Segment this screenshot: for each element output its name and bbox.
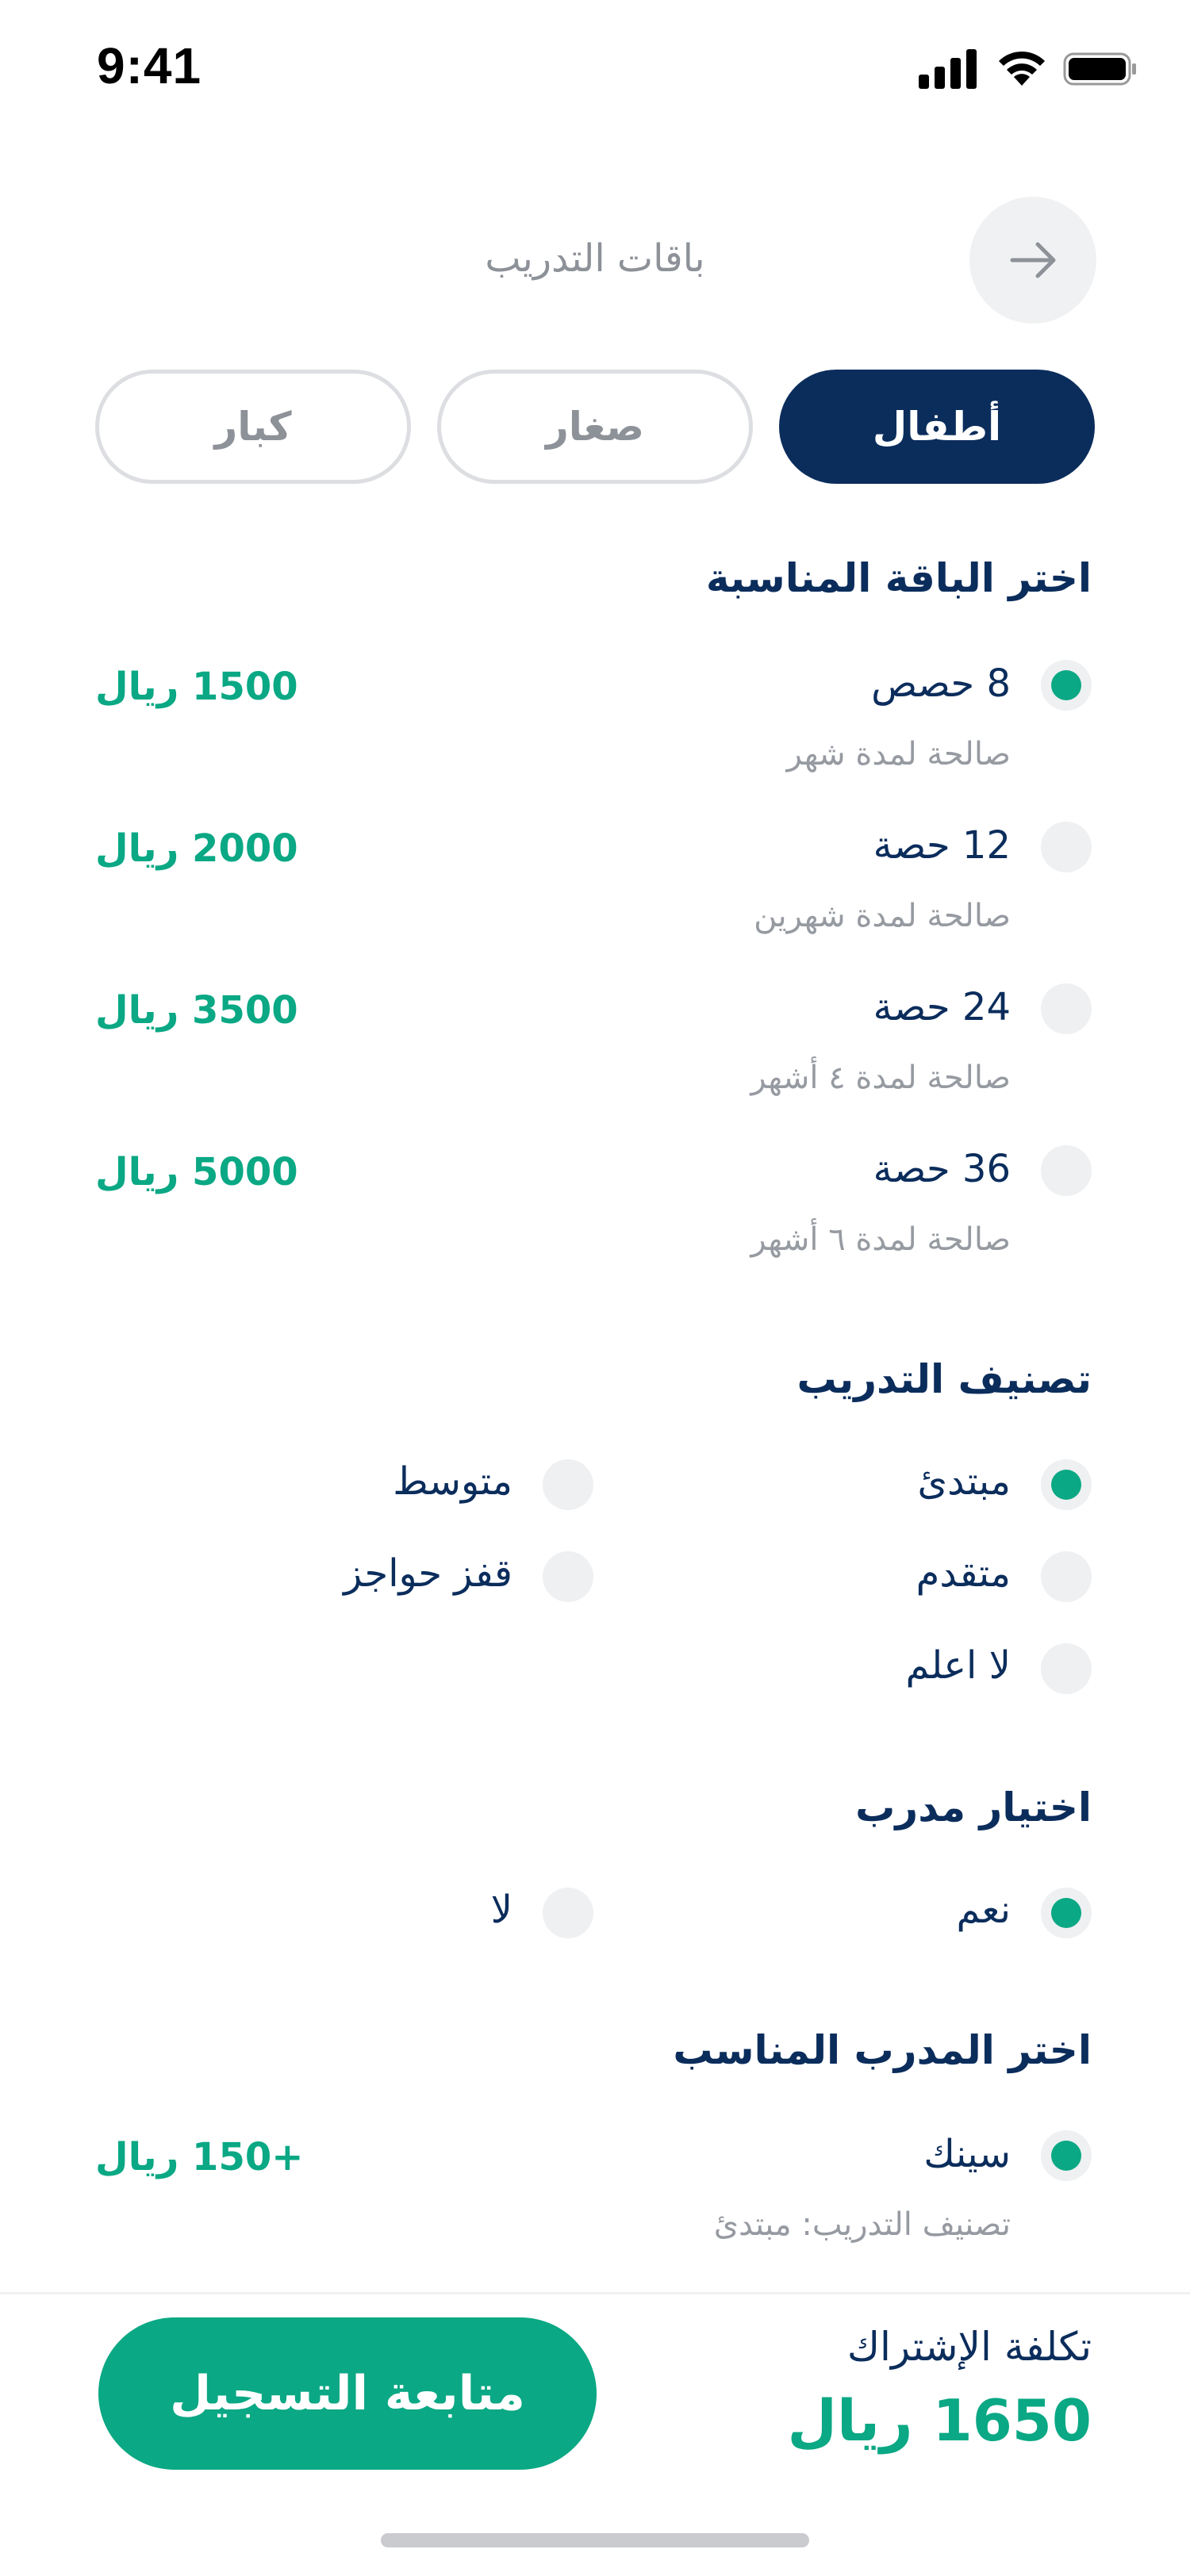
package-radio[interactable] <box>1041 1145 1092 1196</box>
level-label: لا اعلم <box>905 1643 1011 1688</box>
coach-choice-label: نعم <box>956 1888 1011 1932</box>
coach-choice-radio[interactable] <box>1041 1888 1092 1938</box>
tab-juniors[interactable]: صغار <box>437 370 753 484</box>
status-icons <box>919 49 1138 92</box>
package-label: 8 حصص <box>871 661 1011 706</box>
status-time: 9:41 <box>97 37 202 94</box>
coach-title: اختر المدرب المناسب <box>673 2027 1092 2073</box>
package-price: 1500 ريال <box>95 665 298 709</box>
level-title: تصنيف التدريب <box>797 1356 1092 1402</box>
cost-value: 1650 ريال <box>787 2387 1092 2454</box>
tab-adults[interactable]: كبار <box>95 370 411 484</box>
status-bar: 9:41 <box>0 0 1190 140</box>
back-button[interactable] <box>969 197 1096 324</box>
wifi-icon <box>999 51 1045 86</box>
package-validity: صالحة لمدة ٤ أشهر <box>750 1060 1011 1096</box>
footer-divider <box>0 2292 1190 2294</box>
cellular-signal-icon <box>919 49 977 89</box>
level-radio[interactable] <box>1041 1643 1092 1694</box>
coach-price: +150 ريال <box>95 2135 304 2179</box>
coach-radio[interactable] <box>1041 2130 1092 2181</box>
coach-choice-title: اختيار مدرب <box>855 1784 1092 1830</box>
package-label: 12 حصة <box>873 823 1011 868</box>
packages-title: اختر الباقة المناسبة <box>705 555 1092 601</box>
package-radio[interactable] <box>1041 660 1092 711</box>
level-label: مبتدئ <box>917 1459 1011 1504</box>
age-tabs: أطفال صغار كبار <box>95 370 1095 484</box>
arrow-right-icon <box>1010 242 1056 278</box>
level-label: متوسط <box>393 1459 512 1504</box>
package-radio[interactable] <box>1041 983 1092 1034</box>
tab-kids[interactable]: أطفال <box>779 370 1095 484</box>
package-radio[interactable] <box>1041 822 1092 872</box>
package-label: 24 حصة <box>873 985 1011 1029</box>
package-label: 36 حصة <box>873 1147 1011 1191</box>
package-validity: صالحة لمدة ٦ أشهر <box>750 1221 1011 1258</box>
package-validity: صالحة لمدة شهرين <box>754 898 1011 934</box>
cost-label: تكلفة الإشتراك <box>846 2324 1092 2370</box>
level-radio[interactable] <box>1041 1551 1092 1602</box>
home-indicator <box>381 2533 809 2547</box>
header: باقات التدريب <box>0 190 1190 333</box>
level-label: قفز حواجز <box>344 1551 512 1596</box>
level-radio[interactable] <box>543 1551 593 1602</box>
coach-name: سينك <box>923 2132 1011 2176</box>
level-label: متقدم <box>916 1551 1011 1596</box>
coach-choice-radio[interactable] <box>543 1888 593 1938</box>
package-price: 2000 ريال <box>95 826 298 871</box>
coach-level: تصنيف التدريب: مبتدئ <box>713 2206 1011 2243</box>
battery-icon <box>1063 52 1136 86</box>
coach-choice-label: لا <box>490 1888 512 1932</box>
package-price: 3500 ريال <box>95 988 298 1033</box>
level-radio[interactable] <box>543 1459 593 1510</box>
package-price: 5000 ريال <box>95 1150 298 1194</box>
level-radio[interactable] <box>1041 1459 1092 1510</box>
continue-registration-button[interactable]: متابعة التسجيل <box>98 2317 597 2470</box>
package-validity: صالحة لمدة شهر <box>786 736 1011 772</box>
